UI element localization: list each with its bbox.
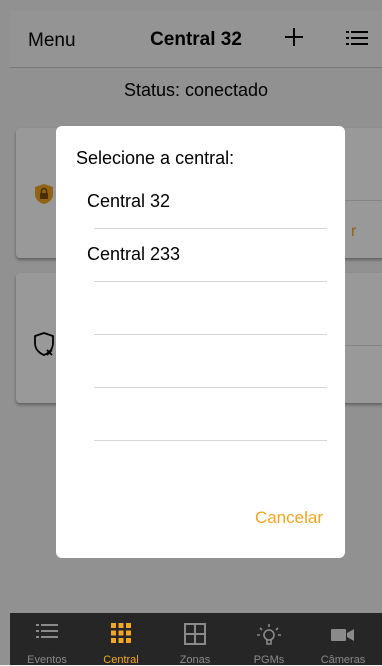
tab-label: Central	[103, 654, 139, 666]
tab-cameras[interactable]: Câmeras	[306, 613, 380, 666]
zones-grid-icon	[184, 623, 206, 645]
tab-label: PGMs	[253, 654, 285, 666]
tab-label: Zonas	[179, 654, 211, 666]
tab-pgms[interactable]: PGMs	[232, 613, 306, 666]
central-option-empty[interactable]	[94, 281, 327, 335]
tab-label: Eventos	[27, 654, 67, 666]
tab-bar: Eventos Central Zonas PGMs Câmeras	[10, 613, 382, 666]
central-option[interactable]: Central 32	[87, 175, 327, 229]
central-option-label: Central 32	[87, 191, 171, 211]
central-option-empty[interactable]	[94, 334, 327, 388]
cancel-button[interactable]: Cancelar	[255, 508, 323, 528]
tab-zonas[interactable]: Zonas	[158, 613, 232, 666]
tab-central[interactable]: Central	[84, 613, 158, 666]
tab-label: Câmeras	[320, 654, 366, 666]
central-option[interactable]: Central 233	[87, 228, 327, 282]
central-option-empty[interactable]	[94, 387, 327, 441]
central-option-label: Central 233	[87, 244, 181, 264]
dialog-title: Selecione a central:	[76, 148, 235, 168]
grid-icon	[111, 623, 131, 643]
tab-eventos[interactable]: Eventos	[10, 613, 84, 666]
select-central-dialog: Selecione a central: Central 32 Central …	[56, 126, 345, 558]
list-icon	[36, 624, 58, 638]
camera-icon	[331, 629, 354, 641]
lightbulb-icon	[257, 624, 281, 645]
